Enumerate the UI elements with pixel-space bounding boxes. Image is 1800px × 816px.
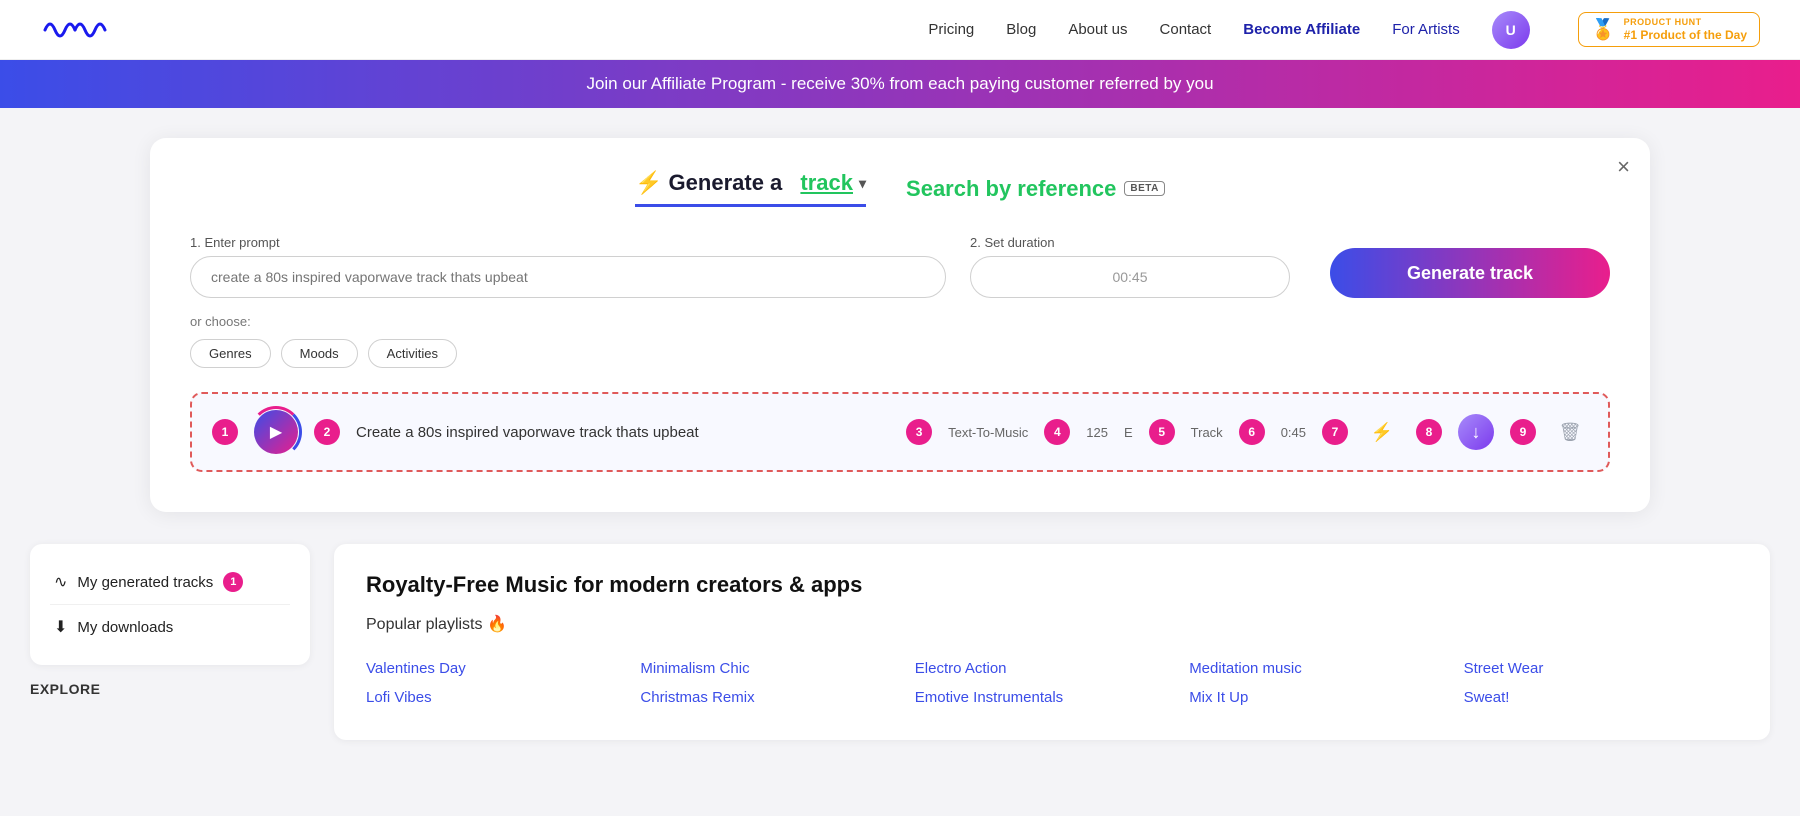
track-row: 1 ▶ 2 Create a 80s inspired vaporwave tr… bbox=[200, 400, 1600, 464]
tab-track-word: track bbox=[800, 170, 853, 196]
genres-chip[interactable]: Genres bbox=[190, 339, 271, 368]
close-button[interactable]: × bbox=[1617, 154, 1630, 180]
ph-bottom-text: #1 Product of the Day bbox=[1624, 28, 1747, 42]
generated-badge: 1 bbox=[223, 572, 243, 592]
beta-badge: BETA bbox=[1124, 181, 1164, 196]
download-icon: ↓ bbox=[1472, 422, 1481, 443]
playlist-emotive[interactable]: Emotive Instrumentals bbox=[915, 683, 1189, 712]
delete-button[interactable]: 🗑 bbox=[1552, 414, 1588, 450]
regenerate-button[interactable]: ⚡ bbox=[1364, 414, 1400, 450]
explore-title: EXPLORE bbox=[30, 681, 310, 697]
track-duration: 0:45 bbox=[1281, 425, 1306, 440]
content-panel: Royalty-Free Music for modern creators &… bbox=[334, 544, 1770, 740]
annotation-9: 9 bbox=[1510, 419, 1536, 445]
annotation-3: 3 bbox=[906, 419, 932, 445]
playlist-sweat[interactable]: Sweat! bbox=[1464, 683, 1738, 712]
playlist-col-0: Valentines Day Lofi Vibes bbox=[366, 654, 640, 712]
play-button-wrap: ▶ bbox=[254, 410, 298, 454]
annotation-8: 8 bbox=[1416, 419, 1442, 445]
product-hunt-badge: 🏅 PRODUCT HUNT #1 Product of the Day bbox=[1578, 12, 1760, 47]
activities-chip[interactable]: Activities bbox=[368, 339, 457, 368]
prompt-label: 1. Enter prompt bbox=[190, 235, 946, 250]
sidebar-explore: EXPLORE bbox=[30, 681, 310, 697]
playlist-meditation[interactable]: Meditation music bbox=[1189, 654, 1463, 683]
ph-top-text: PRODUCT HUNT bbox=[1624, 17, 1747, 28]
sidebar-item-generated[interactable]: ∿ My generated tracks 1 bbox=[50, 560, 290, 605]
loading-ring bbox=[250, 406, 302, 458]
medal-icon: 🏅 bbox=[1591, 17, 1616, 42]
track-label: Track bbox=[1191, 425, 1223, 440]
annotation-4: 4 bbox=[1044, 419, 1070, 445]
nav-pricing[interactable]: Pricing bbox=[928, 21, 974, 38]
bolt-action-icon: ⚡ bbox=[1371, 422, 1393, 443]
sidebar-panel: ∿ My generated tracks 1 ⬇ My downloads E… bbox=[30, 544, 310, 740]
nav-about[interactable]: About us bbox=[1068, 21, 1127, 38]
sidebar-downloads-label: My downloads bbox=[77, 619, 173, 636]
form-row: 1. Enter prompt 2. Set duration Generate… bbox=[190, 235, 1610, 298]
affiliate-banner[interactable]: Join our Affiliate Program - receive 30%… bbox=[0, 60, 1800, 108]
playlists-grid: Valentines Day Lofi Vibes Minimalism Chi… bbox=[366, 654, 1738, 712]
tab-search-label: Search by reference bbox=[906, 176, 1116, 202]
moods-chip[interactable]: Moods bbox=[281, 339, 358, 368]
nav-contact[interactable]: Contact bbox=[1160, 21, 1212, 38]
track-key: E bbox=[1124, 425, 1133, 440]
annotation-2: 2 bbox=[314, 419, 340, 445]
annotation-1: 1 bbox=[212, 419, 238, 445]
track-title: Create a 80s inspired vaporwave track th… bbox=[356, 424, 890, 441]
track-row-wrapper: 1 ▶ 2 Create a 80s inspired vaporwave tr… bbox=[190, 392, 1610, 472]
annotation-6: 6 bbox=[1239, 419, 1265, 445]
prompt-group: 1. Enter prompt bbox=[190, 235, 946, 298]
annotation-5: 5 bbox=[1149, 419, 1175, 445]
playlist-col-3: Meditation music Mix It Up bbox=[1189, 654, 1463, 712]
avatar[interactable]: U bbox=[1492, 11, 1530, 49]
playlist-electro[interactable]: Electro Action bbox=[915, 654, 1189, 683]
navbar: Pricing Blog About us Contact Become Aff… bbox=[0, 0, 1800, 60]
tab-search[interactable]: Search by reference BETA bbox=[906, 176, 1165, 202]
sidebar-item-downloads[interactable]: ⬇ My downloads bbox=[50, 605, 290, 649]
nav-blog[interactable]: Blog bbox=[1006, 21, 1036, 38]
tab-generate[interactable]: ⚡ Generate a track ▾ bbox=[635, 170, 866, 207]
trash-icon: 🗑 bbox=[1559, 422, 1582, 443]
annotation-7: 7 bbox=[1322, 419, 1348, 445]
banner-text: Join our Affiliate Program - receive 30%… bbox=[586, 74, 1213, 93]
playlist-col-4: Street Wear Sweat! bbox=[1464, 654, 1738, 712]
logo bbox=[40, 12, 120, 47]
duration-group: 2. Set duration bbox=[970, 235, 1290, 298]
dropdown-arrow-icon: ▾ bbox=[859, 175, 866, 192]
sidebar-generated-label: My generated tracks bbox=[77, 574, 213, 591]
playlist-col-1: Minimalism Chic Christmas Remix bbox=[640, 654, 914, 712]
duration-input[interactable] bbox=[970, 256, 1290, 298]
popular-label: Popular playlists 🔥 bbox=[366, 614, 1738, 634]
nav-links: Pricing Blog About us Contact Become Aff… bbox=[928, 11, 1760, 49]
bottom-layout: ∿ My generated tracks 1 ⬇ My downloads E… bbox=[30, 544, 1770, 740]
playlist-valentines[interactable]: Valentines Day bbox=[366, 654, 640, 683]
generate-track-button[interactable]: Generate track bbox=[1330, 248, 1610, 298]
bolt-icon: ⚡ bbox=[635, 170, 662, 196]
chip-row: Genres Moods Activities bbox=[190, 339, 1610, 368]
download-button[interactable]: ↓ bbox=[1458, 414, 1494, 450]
playlist-minimalism[interactable]: Minimalism Chic bbox=[640, 654, 914, 683]
tabs-row: ⚡ Generate a track ▾ Search by reference… bbox=[190, 170, 1610, 207]
playlist-mixitup[interactable]: Mix It Up bbox=[1189, 683, 1463, 712]
track-type: Text-To-Music bbox=[948, 425, 1028, 440]
playlist-streetwear[interactable]: Street Wear bbox=[1464, 654, 1738, 683]
tab-generate-label: Generate a bbox=[669, 170, 783, 196]
playlist-christmas[interactable]: Christmas Remix bbox=[640, 683, 914, 712]
nav-for-artists[interactable]: For Artists bbox=[1392, 21, 1460, 38]
sidebar-tracks-panel: ∿ My generated tracks 1 ⬇ My downloads bbox=[30, 544, 310, 665]
download-sidebar-icon: ⬇ bbox=[54, 617, 67, 637]
generator-panel: × ⚡ Generate a track ▾ Search by referen… bbox=[150, 138, 1650, 512]
nav-become-affiliate[interactable]: Become Affiliate bbox=[1243, 21, 1360, 38]
playlist-col-2: Electro Action Emotive Instrumentals bbox=[915, 654, 1189, 712]
or-choose-label: or choose: bbox=[190, 314, 1610, 329]
playlist-lofi[interactable]: Lofi Vibes bbox=[366, 683, 640, 712]
waveform-icon: ∿ bbox=[54, 572, 67, 592]
duration-label: 2. Set duration bbox=[970, 235, 1290, 250]
track-bpm: 125 bbox=[1086, 425, 1108, 440]
content-title: Royalty-Free Music for modern creators &… bbox=[366, 572, 1738, 598]
prompt-input[interactable] bbox=[190, 256, 946, 298]
